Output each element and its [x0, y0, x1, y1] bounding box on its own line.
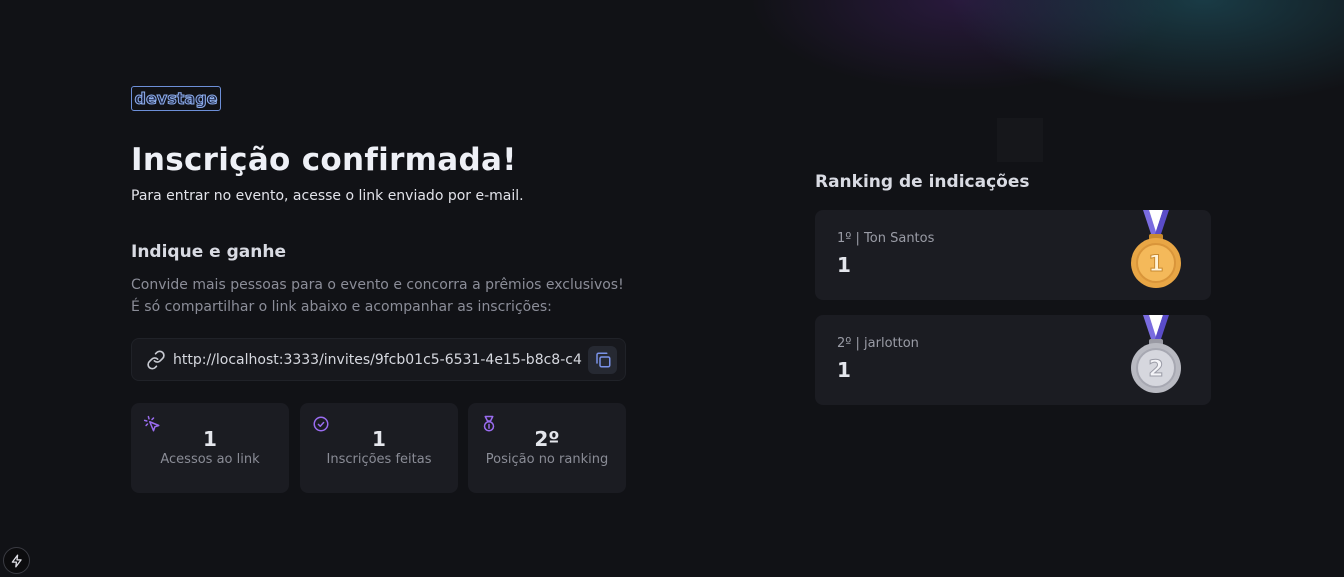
dev-tools-button[interactable]	[3, 547, 30, 574]
invite-link-text[interactable]: http://localhost:3333/invites/9fcb01c5-6…	[173, 352, 583, 368]
medal-number: 2	[1148, 357, 1163, 382]
stat-card-signups: 1 Inscrições feitas	[300, 403, 458, 493]
stat-label: Posição no ranking	[485, 452, 609, 467]
stat-label: Inscrições feitas	[326, 452, 432, 467]
stat-card-ranking-position: 2º Posição no ranking	[468, 403, 626, 493]
background-tile	[997, 118, 1043, 162]
ranking-entry-meta: 1º | Ton Santos	[837, 231, 935, 246]
stat-value: 1	[203, 427, 217, 451]
medal-number: 1	[1148, 252, 1163, 277]
page-subtitle: Para entrar no evento, acesse o link env…	[131, 188, 524, 204]
stat-label: Acessos ao link	[160, 452, 260, 467]
ranking-title: Ranking de indicações	[815, 172, 1030, 192]
lightning-icon	[10, 554, 24, 568]
invite-description-line2: É só compartilhar o link abaixo e acompa…	[131, 299, 552, 315]
ranking-entry-meta: 2º | jarlotton	[837, 336, 919, 351]
ranking-entry-score: 1	[837, 358, 851, 382]
page-title: Inscrição confirmada!	[131, 142, 517, 178]
gold-medal-icon: 1	[1129, 210, 1183, 290]
ranking-entry: 2º | jarlotton 1 2	[815, 315, 1211, 405]
ranking-entry-score: 1	[837, 253, 851, 277]
invite-link-field[interactable]: http://localhost:3333/invites/9fcb01c5-6…	[131, 338, 626, 381]
ranking-entry: 1º | Ton Santos 1 1	[815, 210, 1211, 300]
copy-icon	[594, 351, 612, 369]
link-icon	[146, 349, 166, 370]
devstage-logo[interactable]: devstage	[131, 86, 221, 111]
invite-description: Convide mais pessoas para o evento e con…	[131, 274, 651, 318]
stat-card-link-access: 1 Acessos ao link	[131, 403, 289, 493]
silver-medal-icon: 2	[1129, 315, 1183, 395]
stat-value: 1	[372, 427, 386, 451]
invite-description-line1: Convide mais pessoas para o evento e con…	[131, 277, 624, 293]
copy-link-button[interactable]	[588, 346, 617, 374]
stat-value: 2º	[534, 427, 560, 451]
invite-heading: Indique e ganhe	[131, 242, 286, 262]
